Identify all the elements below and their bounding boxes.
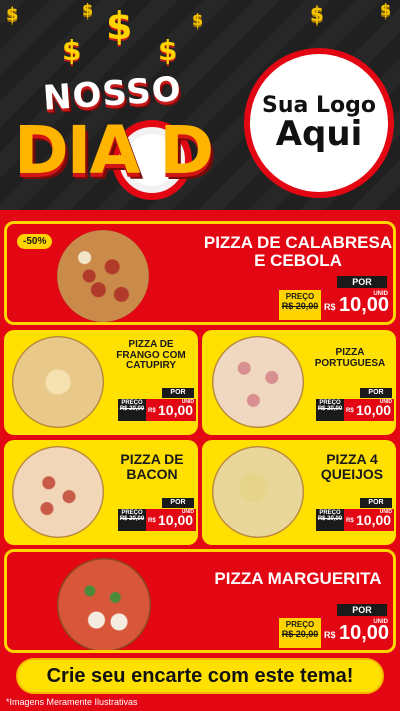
dollar-coin-icon: $ bbox=[310, 2, 324, 26]
unid-label: UNID bbox=[379, 399, 392, 405]
dollar-coin-icon: $ bbox=[82, 0, 94, 19]
pizza-frango-image bbox=[12, 336, 104, 428]
discount-badge: -50% bbox=[17, 234, 53, 249]
price-tag: POR PREÇO R$ 20,00 R$ 10,00 UNID bbox=[279, 276, 391, 322]
old-price-box: PREÇO R$ 20,00 bbox=[118, 509, 146, 531]
disclaimer-note: *Imagens Meramente Ilustrativas bbox=[6, 697, 138, 707]
old-price: R$ 20,00 bbox=[317, 406, 343, 412]
old-price-box: PREÇO R$ 20,00 bbox=[118, 399, 146, 421]
dollar-coin-icon: $ bbox=[192, 10, 204, 29]
logo-placeholder: Sua Logo Aqui bbox=[244, 48, 394, 198]
price-tag: POR PREÇO R$ 20,00 R$ 10,00 UNID bbox=[316, 498, 394, 534]
flyer-page: $ $ $ $ $ $ $ $ NOSSO DIA D Sua Logo Aqu… bbox=[0, 0, 400, 711]
new-price-box: R$ 10,00 UNID bbox=[146, 399, 196, 421]
old-price: R$ 20,00 bbox=[281, 629, 319, 639]
preco-label: PREÇO bbox=[121, 400, 143, 406]
product-name: PIZZA DE BACON bbox=[120, 451, 184, 482]
product-name: PIZZA 4 QUEIJOS bbox=[320, 451, 384, 482]
currency: R$ bbox=[148, 518, 156, 524]
por-label: POR bbox=[360, 388, 392, 398]
logo-line2: Aqui bbox=[275, 113, 363, 154]
title-bottom: DIA D bbox=[14, 112, 214, 189]
currency: R$ bbox=[346, 518, 354, 524]
new-price-box: R$ 10,00 UNID bbox=[344, 509, 394, 531]
price: 10,00 bbox=[339, 294, 390, 316]
old-price-box: PREÇO R$ 20,00 bbox=[316, 509, 344, 531]
dollar-coin-icon: $ bbox=[6, 4, 19, 25]
product-card-bacon[interactable]: PIZZA DE BACON POR PREÇO R$ 20,00 R$ 10,… bbox=[4, 440, 198, 545]
por-label: POR bbox=[360, 498, 392, 508]
currency: R$ bbox=[148, 408, 156, 414]
unid-label: UNID bbox=[181, 509, 194, 515]
product-card-portuguesa[interactable]: PIZZA PORTUGUESA POR PREÇO R$ 20,00 R$ 1… bbox=[202, 330, 396, 435]
unid-label: UNID bbox=[373, 619, 388, 625]
old-price-box: PREÇO R$ 20,00 bbox=[279, 290, 321, 320]
new-price-box: R$ 10,00 UNID bbox=[321, 618, 391, 648]
new-price-box: R$ 10,00 UNID bbox=[146, 509, 196, 531]
old-price-box: PREÇO R$ 20,00 bbox=[279, 618, 321, 648]
preco-label: PREÇO bbox=[319, 400, 341, 406]
preco-label: PREÇO bbox=[319, 510, 341, 516]
por-label: POR bbox=[337, 276, 387, 288]
pizza-bacon-image bbox=[12, 446, 104, 538]
new-price-box: R$ 10,00 UNID bbox=[344, 399, 394, 421]
currency: R$ bbox=[346, 408, 354, 414]
dollar-sign-icon: $ bbox=[158, 34, 178, 67]
product-card-frango[interactable]: PIZZA DE FRANGO COM CATUPIRY POR PREÇO R… bbox=[4, 330, 198, 435]
por-label: POR bbox=[162, 498, 194, 508]
product-card-4-queijos[interactable]: PIZZA 4 QUEIJOS POR PREÇO R$ 20,00 R$ 10… bbox=[202, 440, 396, 545]
dollar-sign-icon: $ bbox=[62, 34, 82, 67]
pizza-marguerita-image bbox=[57, 558, 151, 650]
price-tag: POR PREÇO R$ 20,00 R$ 10,00 UNID bbox=[316, 388, 394, 424]
price-tag: POR PREÇO R$ 20,00 R$ 10,00 UNID bbox=[118, 498, 196, 534]
preco-label: PREÇO bbox=[285, 620, 315, 629]
currency: R$ bbox=[324, 630, 336, 640]
preco-label: PREÇO bbox=[285, 292, 315, 301]
product-name: PIZZA MARGUERITA bbox=[214, 569, 382, 588]
unid-label: UNID bbox=[181, 399, 194, 405]
product-name: PIZZA DE CALABRESA E CEBOLA bbox=[203, 233, 393, 270]
old-price: R$ 20,00 bbox=[281, 301, 319, 311]
unid-label: UNID bbox=[373, 291, 388, 297]
preco-label: PREÇO bbox=[121, 510, 143, 516]
product-card-calabresa[interactable]: -50% PIZZA DE CALABRESA E CEBOLA POR PRE… bbox=[4, 221, 396, 325]
new-price-box: R$ 10,00 UNID bbox=[321, 290, 391, 320]
pizza-calabresa-image bbox=[57, 230, 149, 322]
price-tag: POR PREÇO R$ 20,00 R$ 10,00 UNID bbox=[118, 388, 196, 424]
unid-label: UNID bbox=[379, 509, 392, 515]
por-label: POR bbox=[162, 388, 194, 398]
old-price: R$ 20,00 bbox=[119, 516, 145, 522]
old-price-box: PREÇO R$ 20,00 bbox=[316, 399, 344, 421]
old-price: R$ 20,00 bbox=[317, 516, 343, 522]
dollar-sign-icon: $ bbox=[106, 4, 133, 48]
price: 10,00 bbox=[339, 622, 390, 644]
old-price: R$ 20,00 bbox=[119, 406, 145, 412]
pizza-portuguesa-image bbox=[212, 336, 304, 428]
cta-banner[interactable]: Crie seu encarte com este tema! bbox=[16, 658, 384, 694]
pizza-4-queijos-image bbox=[212, 446, 304, 538]
header: $ $ $ $ $ $ $ $ NOSSO DIA D Sua Logo Aqu… bbox=[0, 0, 400, 225]
product-name: PIZZA PORTUGUESA bbox=[314, 347, 386, 369]
product-name: PIZZA DE FRANGO COM CATUPIRY bbox=[116, 339, 186, 371]
currency: R$ bbox=[324, 302, 336, 312]
title-logo: NOSSO DIA D bbox=[10, 69, 230, 200]
dollar-coin-icon: $ bbox=[380, 0, 392, 19]
product-card-marguerita[interactable]: PIZZA MARGUERITA POR PREÇO R$ 20,00 R$ 1… bbox=[4, 549, 396, 653]
price-tag: POR PREÇO R$ 20,00 R$ 10,00 UNID bbox=[279, 604, 391, 650]
por-label: POR bbox=[337, 604, 387, 616]
